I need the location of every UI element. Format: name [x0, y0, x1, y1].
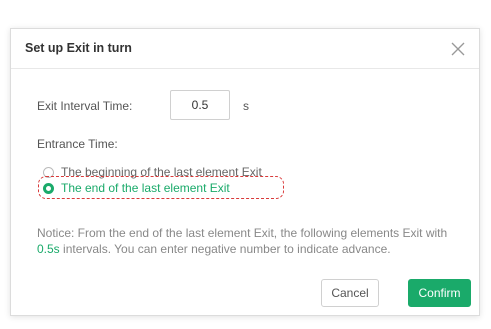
exit-interval-label: Exit Interval Time:: [37, 99, 133, 113]
dialog-header: Set up Exit in turn: [11, 29, 479, 69]
option-beginning-of-last-exit[interactable]: The beginning of the last element Exit: [43, 165, 262, 179]
option-label: The beginning of the last element Exit: [61, 165, 262, 179]
dialog-title: Set up Exit in turn: [25, 41, 132, 55]
exit-in-turn-dialog: Set up Exit in turn Exit Interval Time: …: [10, 28, 480, 316]
notice-prefix: Notice: From the end of the last element…: [37, 226, 448, 240]
radio-checked-icon[interactable]: [43, 182, 54, 194]
cancel-button[interactable]: Cancel: [321, 279, 379, 307]
notice-suffix: intervals. You can enter negative number…: [59, 242, 391, 256]
confirm-button[interactable]: Confirm: [408, 279, 471, 307]
option-end-of-last-exit[interactable]: The end of the last element Exit: [43, 181, 230, 195]
option-label: The end of the last element Exit: [61, 181, 230, 195]
interval-unit: s: [243, 99, 249, 113]
exit-interval-input[interactable]: [170, 90, 230, 120]
close-icon[interactable]: [449, 40, 467, 58]
notice-text: Notice: From the end of the last element…: [37, 225, 469, 257]
notice-interval-value: 0.5s: [37, 242, 60, 256]
radio-unchecked-icon[interactable]: [43, 166, 54, 178]
entrance-time-label: Entrance Time:: [37, 137, 118, 151]
